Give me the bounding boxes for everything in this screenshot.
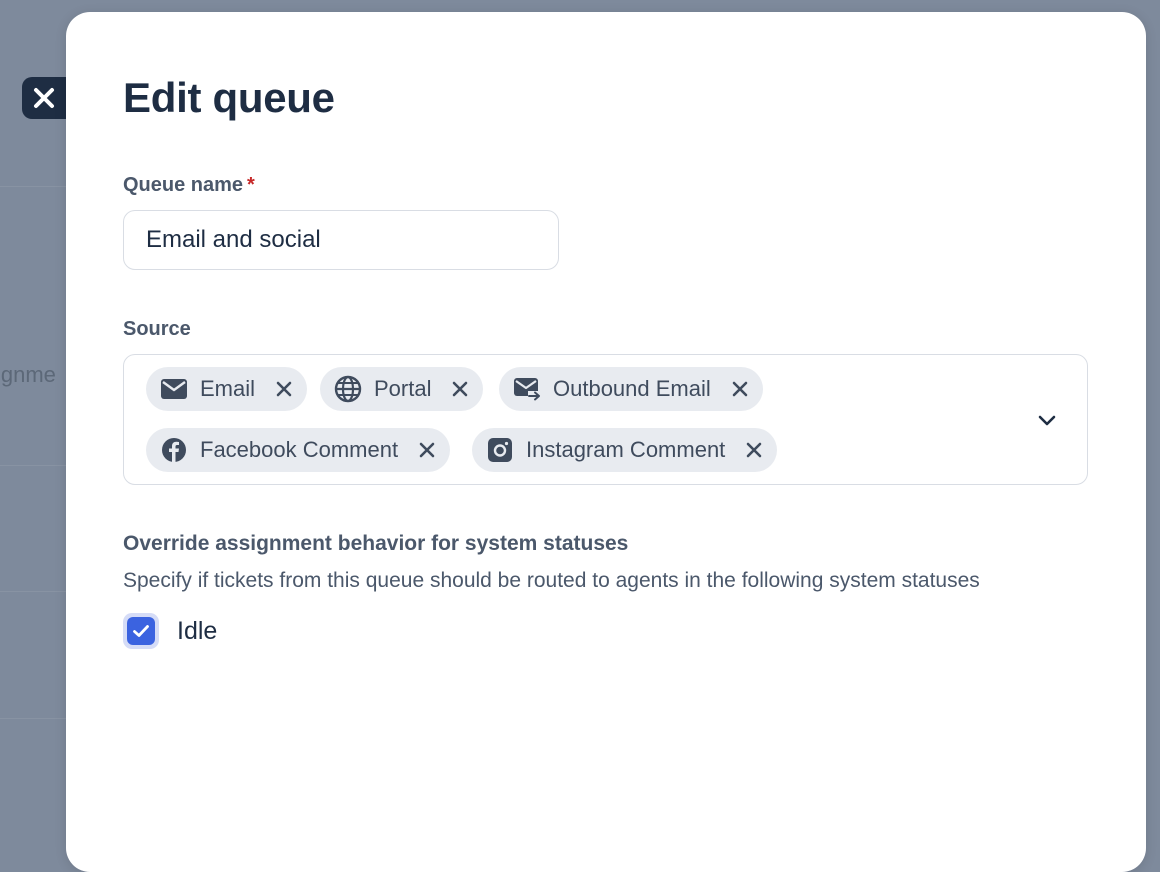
source-chip-email: Email bbox=[146, 367, 308, 411]
source-multiselect[interactable]: Email Portal Outbound Email Facebook Com… bbox=[123, 354, 1088, 485]
chevron-down-icon bbox=[1038, 414, 1056, 432]
edit-queue-modal: Edit queue Queue name* Source Email Port… bbox=[66, 12, 1146, 872]
idle-checkbox[interactable] bbox=[123, 613, 159, 649]
idle-status-option[interactable]: Idle bbox=[123, 613, 217, 649]
envelope-icon bbox=[160, 375, 188, 403]
facebook-icon bbox=[160, 436, 188, 464]
queue-name-label-text: Queue name bbox=[123, 174, 244, 196]
chip-label: Portal bbox=[374, 376, 432, 401]
outbound-email-icon bbox=[513, 375, 541, 403]
backdrop-divider bbox=[0, 718, 66, 719]
backdrop-partial-text: ignme bbox=[0, 362, 56, 387]
override-section-description: Specify if tickets from this queue shoul… bbox=[123, 569, 980, 592]
globe-icon bbox=[334, 375, 362, 403]
checkmark-icon bbox=[133, 625, 149, 637]
remove-chip-outbound-email-button[interactable] bbox=[729, 378, 751, 400]
backdrop-divider bbox=[0, 465, 66, 466]
instagram-icon bbox=[486, 436, 514, 464]
required-marker: * bbox=[247, 174, 255, 196]
source-label: Source bbox=[123, 318, 191, 340]
remove-chip-instagram-comment-button[interactable] bbox=[743, 439, 765, 461]
backdrop-divider bbox=[0, 591, 66, 592]
chip-label: Instagram Comment bbox=[526, 437, 726, 462]
remove-chip-facebook-comment-button[interactable] bbox=[416, 439, 438, 461]
idle-checkbox-label: Idle bbox=[177, 616, 218, 645]
checkbox-fill bbox=[127, 617, 155, 645]
source-chip-portal: Portal bbox=[320, 367, 484, 411]
backdrop-divider bbox=[0, 186, 66, 187]
remove-chip-portal-button[interactable] bbox=[449, 378, 471, 400]
source-dropdown-toggle[interactable] bbox=[1024, 405, 1070, 441]
chip-label: Facebook Comment bbox=[200, 437, 399, 462]
source-chip-instagram-comment: Instagram Comment bbox=[472, 428, 778, 472]
source-chip-facebook-comment: Facebook Comment bbox=[146, 428, 451, 472]
remove-chip-email-button[interactable] bbox=[273, 378, 295, 400]
close-icon bbox=[31, 85, 57, 111]
queue-name-input[interactable] bbox=[123, 210, 559, 270]
source-chip-outbound-email: Outbound Email bbox=[499, 367, 763, 411]
modal-title: Edit queue bbox=[123, 74, 335, 121]
chip-label: Outbound Email bbox=[553, 376, 711, 401]
queue-name-label: Queue name * bbox=[123, 174, 255, 197]
override-section-title: Override assignment behavior for system … bbox=[123, 532, 629, 555]
chip-label: Email bbox=[200, 376, 256, 401]
